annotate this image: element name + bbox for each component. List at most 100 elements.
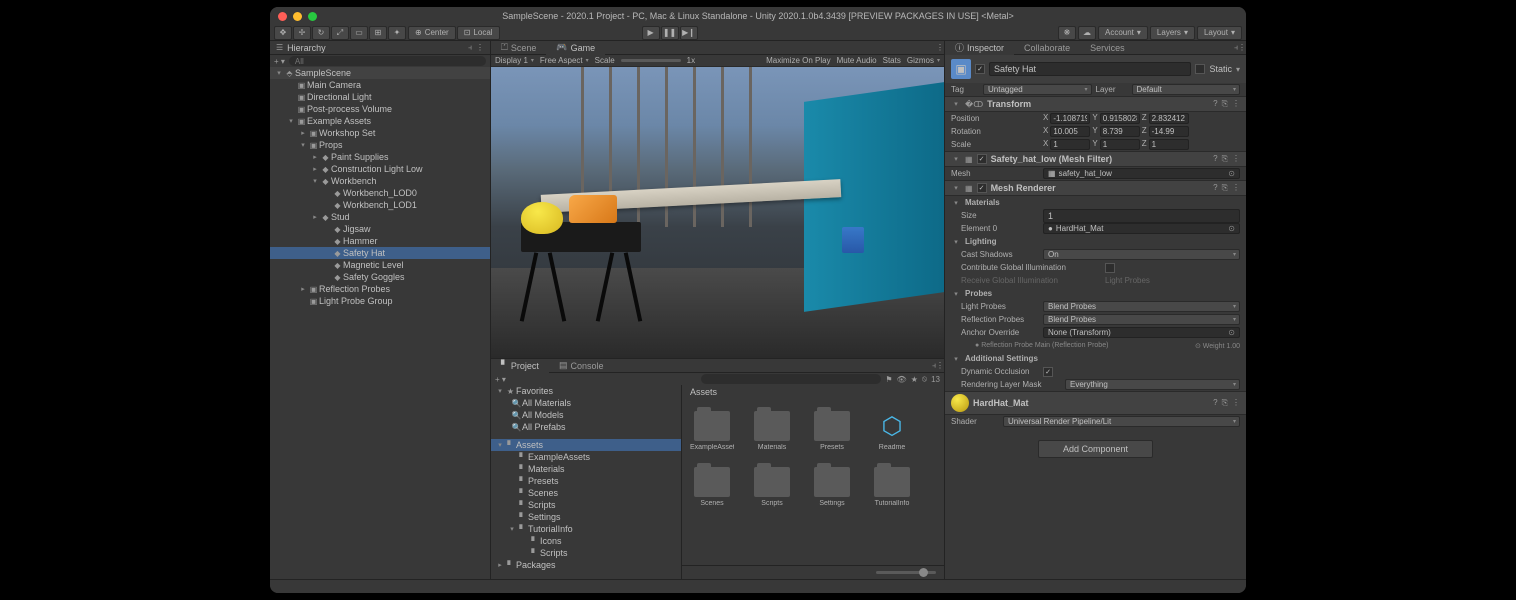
thumbnail-slider[interactable] [876, 571, 936, 574]
menu-icon[interactable]: ⋮ [936, 43, 944, 52]
account-dropdown[interactable]: Account ▾ [1098, 26, 1148, 40]
hierarchy-item[interactable]: ▣Directional Light [270, 91, 490, 103]
pivot-toggle[interactable]: ⊕Center [408, 26, 456, 40]
project-search[interactable] [701, 374, 881, 384]
project-tree-item[interactable]: ▘ExampleAssets [491, 451, 681, 463]
anchor-override-field[interactable]: None (Transform) [1043, 327, 1240, 338]
project-tree-item[interactable]: ▸▘Packages [491, 559, 681, 571]
asset-item[interactable]: Materials [750, 411, 794, 451]
step-button[interactable]: ▶❙ [680, 26, 698, 40]
asset-item[interactable]: Presets [810, 411, 854, 451]
filter-icon[interactable]: ⚑ [885, 375, 892, 384]
hierarchy-item[interactable]: ◆Workbench_LOD1 [270, 199, 490, 211]
hierarchy-item[interactable]: ▾▣Props [270, 139, 490, 151]
rot-y[interactable] [1100, 126, 1140, 137]
hierarchy-item[interactable]: ▣Light Probe Group [270, 295, 490, 307]
menu-icon[interactable]: ⋮ [476, 43, 484, 52]
cgi-checkbox[interactable] [1105, 263, 1115, 273]
minimize-icon[interactable] [293, 12, 302, 21]
scl-x[interactable] [1050, 139, 1090, 150]
active-checkbox[interactable]: ✓ [975, 64, 985, 74]
meshrenderer-header[interactable]: ▾▦ ✓ Mesh Renderer ?⎘⋮ [945, 180, 1246, 196]
project-tree-item[interactable]: ▾▘Assets [491, 439, 681, 451]
hierarchy-item[interactable]: ▣Main Camera [270, 79, 490, 91]
project-tree-item[interactable]: ▾▘TutorialInfo [491, 523, 681, 535]
favorite-item[interactable]: 🔍All Prefabs [491, 421, 681, 433]
rect-tool[interactable]: ▭ [350, 26, 368, 40]
gizmos-dropdown[interactable]: Gizmos [907, 56, 940, 65]
hierarchy-item[interactable]: ▾◆Workbench [270, 175, 490, 187]
transform-tool[interactable]: ⊞ [369, 26, 387, 40]
hierarchy-item[interactable]: ▸▣Reflection Probes [270, 283, 490, 295]
dynamic-occlusion-checkbox[interactable]: ✓ [1043, 367, 1053, 377]
scl-z[interactable] [1149, 139, 1189, 150]
move-tool[interactable]: ✢ [293, 26, 311, 40]
materials-size[interactable] [1043, 209, 1240, 223]
meshfilter-header[interactable]: ▾▦ ✓ Safety_hat_low (Mesh Filter) ?⎘⋮ [945, 151, 1246, 167]
mesh-field[interactable]: ▦safety_hat_low [1043, 168, 1240, 179]
asset-item[interactable]: Settings [810, 467, 854, 507]
space-toggle[interactable]: ⊡Local [457, 26, 500, 40]
hierarchy-item[interactable]: ◆Magnetic Level [270, 259, 490, 271]
layer-dropdown[interactable]: Default [1132, 84, 1241, 95]
scene-tab[interactable]: ⏍Scene [491, 41, 546, 55]
hierarchy-item[interactable]: ◆Workbench_LOD0 [270, 187, 490, 199]
custom-tool[interactable]: ✦ [388, 26, 406, 40]
pos-y[interactable] [1100, 113, 1140, 124]
hidden-icon[interactable]: ⦸ [922, 374, 927, 384]
transform-header[interactable]: ▾�ↀ Transform ?⎘⋮ [945, 96, 1246, 112]
project-tree-item[interactable]: ▘Materials [491, 463, 681, 475]
cast-shadows-dropdown[interactable]: On [1043, 249, 1240, 260]
star-icon[interactable]: ★ [911, 375, 918, 384]
hierarchy-item[interactable]: ▣Post-process Volume [270, 103, 490, 115]
console-tab[interactable]: ▤Console [549, 359, 614, 373]
layers-dropdown[interactable]: Layers ▾ [1150, 26, 1195, 40]
create-dropdown[interactable]: + ▾ [274, 57, 285, 66]
favorite-item[interactable]: 🔍All Materials [491, 397, 681, 409]
asset-item[interactable]: Scenes [690, 467, 734, 507]
hierarchy-item[interactable]: ▸◆Construction Light Low [270, 163, 490, 175]
cloud-icon[interactable]: ☁ [1078, 26, 1096, 40]
hierarchy-item[interactable]: ▸◆Paint Supplies [270, 151, 490, 163]
pause-button[interactable]: ❚❚ [661, 26, 679, 40]
services-tab[interactable]: Services [1080, 41, 1135, 55]
material-header[interactable]: HardHat_Mat ?⎘⋮ [945, 391, 1246, 415]
project-tree-item[interactable]: ▘Scripts [491, 547, 681, 559]
project-tree-item[interactable]: ▘Scripts [491, 499, 681, 511]
scale-tool[interactable]: ⤢ [331, 26, 349, 40]
collab-icon[interactable]: ❋ [1058, 26, 1076, 40]
hierarchy-item[interactable]: ◆Hammer [270, 235, 490, 247]
hierarchy-item[interactable]: ▾▣Example Assets [270, 115, 490, 127]
mute-toggle[interactable]: Mute Audio [837, 56, 877, 65]
pos-x[interactable] [1050, 113, 1090, 124]
preset-icon[interactable]: ⎘ [1222, 99, 1228, 109]
asset-item[interactable]: ExampleAssets [690, 411, 734, 451]
inspector-tab[interactable]: ⓘInspector [945, 41, 1014, 55]
stats-toggle[interactable]: Stats [883, 56, 901, 65]
project-tree-item[interactable]: ▘Presets [491, 475, 681, 487]
game-viewport[interactable] [491, 67, 944, 358]
add-component-button[interactable]: Add Component [1038, 440, 1153, 458]
rendering-layer-dropdown[interactable]: Everything [1065, 379, 1240, 390]
asset-item[interactable]: ⬡Readme [870, 411, 914, 451]
scale-slider[interactable] [621, 59, 681, 62]
hierarchy-item[interactable]: ▸▣Workshop Set [270, 127, 490, 139]
gameobject-icon[interactable]: ▣ [951, 59, 971, 79]
create-dropdown[interactable]: + ▾ [495, 375, 506, 384]
pos-z[interactable] [1149, 113, 1189, 124]
enabled-checkbox[interactable]: ✓ [977, 183, 987, 193]
rot-z[interactable] [1149, 126, 1189, 137]
favorites-header[interactable]: ▾★Favorites [491, 385, 681, 397]
favorite-item[interactable]: 🔍All Models [491, 409, 681, 421]
project-tree-item[interactable]: ▘Scenes [491, 487, 681, 499]
play-button[interactable]: ▶ [642, 26, 660, 40]
display-dropdown[interactable]: Display 1 [495, 56, 534, 65]
menu-icon[interactable]: ⋮ [936, 361, 944, 370]
project-tree-item[interactable]: ▘Settings [491, 511, 681, 523]
game-tab[interactable]: 🎮Game [546, 41, 605, 55]
breadcrumb[interactable]: Assets [682, 385, 944, 399]
static-checkbox[interactable] [1195, 64, 1205, 74]
project-tree-item[interactable]: ▘Icons [491, 535, 681, 547]
hierarchy-search[interactable] [289, 56, 486, 66]
popout-icon[interactable]: ⫞ [468, 43, 472, 53]
